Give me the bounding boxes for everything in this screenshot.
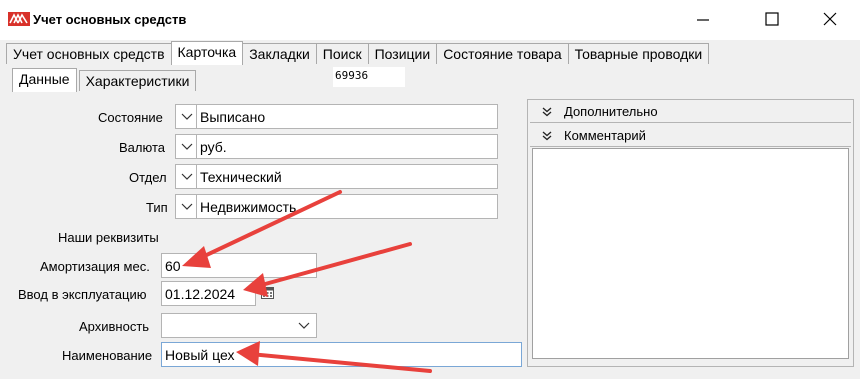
window-title: Учет основных средств	[33, 12, 187, 27]
currency-label: Валюта	[119, 140, 165, 155]
tab-positions[interactable]: Позиции	[367, 43, 438, 64]
main-tabs: Учет основных средств Карточка Закладки …	[6, 41, 710, 65]
state-label: Состояние	[98, 110, 163, 125]
close-button[interactable]	[806, 0, 852, 40]
chevron-down-icon	[181, 173, 193, 180]
currency-field[interactable]: руб.	[196, 134, 498, 159]
archive-select[interactable]	[161, 313, 317, 338]
close-icon	[823, 12, 837, 26]
sub-tabs: Данные Характеристики	[12, 68, 198, 92]
chevron-down-icon	[181, 143, 193, 150]
comment-section-header[interactable]: Комментарий	[530, 125, 851, 147]
department-label: Отдел	[129, 170, 167, 185]
name-field[interactable]: Новый цех	[161, 342, 522, 367]
type-field[interactable]: Недвижимость	[196, 194, 498, 219]
comment-header-label: Комментарий	[564, 128, 646, 143]
state-field[interactable]: Выписано	[196, 104, 498, 129]
name-label: Наименование	[62, 348, 153, 363]
section-title: Наши реквизиты	[58, 230, 159, 245]
record-id: 69936	[333, 67, 405, 87]
archive-label: Архивность	[79, 319, 150, 334]
title-bar: Учет основных средств	[0, 0, 860, 40]
additional-header-label: Дополнительно	[564, 104, 658, 119]
tab-data[interactable]: Данные	[12, 68, 77, 92]
minimize-button[interactable]	[680, 0, 726, 40]
tab-search[interactable]: Поиск	[315, 43, 369, 64]
tab-characteristics[interactable]: Характеристики	[78, 70, 197, 91]
department-dropdown-button[interactable]	[175, 164, 197, 189]
amortization-field[interactable]: 60	[161, 253, 317, 278]
currency-dropdown-button[interactable]	[175, 134, 197, 159]
commission-date-label: Ввод в эксплуатацию	[18, 287, 147, 302]
type-dropdown-button[interactable]	[175, 194, 197, 219]
double-chevron-down-icon	[542, 131, 552, 141]
chevron-down-icon	[181, 113, 193, 120]
maximize-icon	[765, 12, 779, 26]
amortization-label: Амортизация мес.	[40, 259, 150, 274]
additional-section-header[interactable]: Дополнительно	[530, 101, 851, 123]
type-label: Тип	[146, 200, 168, 215]
maximize-button[interactable]	[746, 0, 792, 40]
chevron-down-icon	[298, 322, 310, 329]
tab-card[interactable]: Карточка	[170, 41, 244, 65]
tab-goods-state[interactable]: Состояние товара	[436, 43, 569, 64]
tab-accounting[interactable]: Учет основных средств	[6, 43, 172, 64]
chevron-down-icon	[181, 203, 193, 210]
tab-bookmarks[interactable]: Закладки	[242, 43, 317, 64]
department-field[interactable]: Технический	[196, 164, 498, 189]
minimize-icon	[697, 19, 709, 21]
app-logo-icon	[8, 12, 30, 26]
right-panel: Дополнительно Комментарий	[527, 99, 854, 367]
comment-textarea[interactable]	[532, 148, 849, 359]
commission-date-field[interactable]: 01.12.2024	[161, 281, 256, 306]
tab-goods-postings[interactable]: Товарные проводки	[567, 43, 710, 64]
state-dropdown-button[interactable]	[175, 104, 197, 129]
calendar-icon[interactable]	[261, 286, 274, 299]
double-chevron-down-icon	[542, 107, 552, 117]
